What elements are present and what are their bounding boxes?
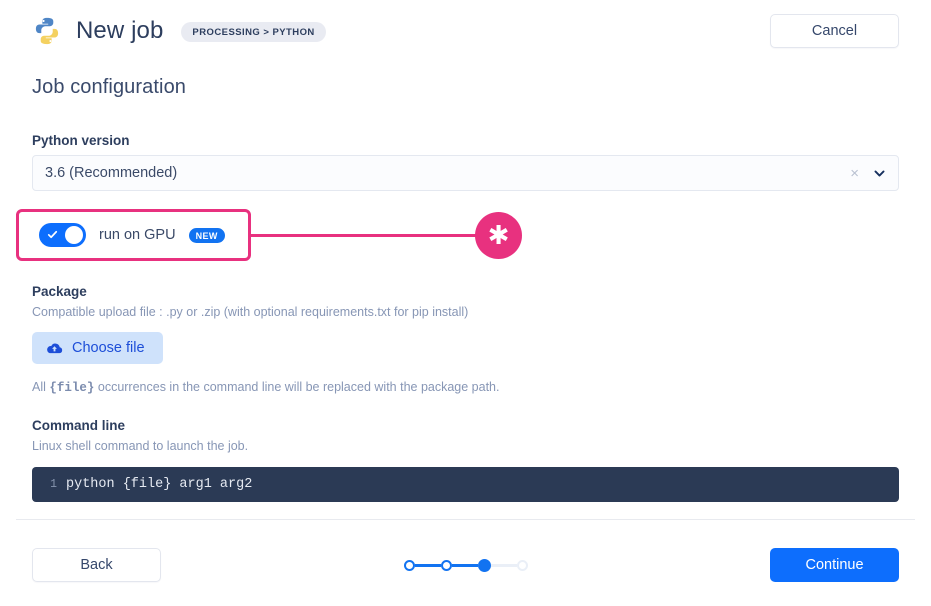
choose-file-label: Choose file [72, 340, 145, 356]
python-version-label: Python version [32, 133, 130, 148]
command-line-help: Linux shell command to launch the job. [32, 439, 249, 453]
toggle-knob [65, 226, 83, 244]
run-on-gpu-label: run on GPU [99, 227, 176, 243]
wizard-footer: Back Continue [0, 540, 931, 590]
choose-file-button[interactable]: Choose file [32, 332, 163, 364]
back-button[interactable]: Back [32, 548, 161, 582]
step-dot-1[interactable] [403, 559, 415, 571]
note-code-token: {file} [49, 381, 95, 395]
package-title: Package [32, 284, 87, 299]
section-title: Job configuration [32, 76, 187, 98]
run-on-gpu-toggle[interactable] [39, 223, 86, 247]
note-prefix: All [32, 380, 50, 394]
check-icon [47, 230, 58, 239]
python-logo-icon [32, 16, 62, 46]
brand: New job PROCESSING > PYTHON [32, 16, 326, 46]
note-suffix: occurrences in the command line will be … [94, 380, 500, 394]
continue-button[interactable]: Continue [770, 548, 899, 582]
job-configuration-form: Job configuration Python version 3.6 (Re… [0, 62, 931, 502]
editor-code-text[interactable]: python {file} arg1 arg2 [66, 477, 252, 492]
step-dot-4[interactable] [516, 559, 528, 571]
annotation-line [251, 234, 493, 237]
clear-icon[interactable]: × [850, 166, 859, 181]
app-header: New job PROCESSING > PYTHON Cancel [0, 0, 931, 62]
step-bar-2 [451, 563, 478, 567]
step-dot-3-current[interactable] [477, 558, 491, 572]
page-title: New job [76, 17, 164, 44]
step-dot-2[interactable] [440, 559, 452, 571]
chevron-down-icon[interactable] [873, 167, 886, 180]
gpu-toggle-row: run on GPU NEW [16, 209, 251, 261]
annotation-marker: ✱ [475, 212, 522, 259]
editor-line-number: 1 [50, 478, 57, 491]
command-line-editor[interactable]: 1 python {file} arg1 arg2 [32, 467, 899, 502]
package-help: Compatible upload file : .py or .zip (wi… [32, 305, 469, 319]
python-version-select[interactable]: 3.6 (Recommended) × [32, 155, 899, 191]
footer-divider [16, 519, 915, 520]
breadcrumb: PROCESSING > PYTHON [181, 22, 326, 42]
step-bar-1 [414, 563, 441, 567]
gpu-highlight-region: run on GPU NEW ✱ [16, 209, 899, 261]
step-bar-3 [490, 563, 517, 567]
python-version-value: 3.6 (Recommended) [45, 165, 178, 181]
cloud-upload-icon [46, 342, 63, 355]
cancel-button[interactable]: Cancel [770, 14, 899, 48]
command-line-title: Command line [32, 418, 126, 433]
file-token-note: All {file} occurrences in the command li… [32, 380, 899, 395]
new-badge: NEW [188, 227, 225, 243]
